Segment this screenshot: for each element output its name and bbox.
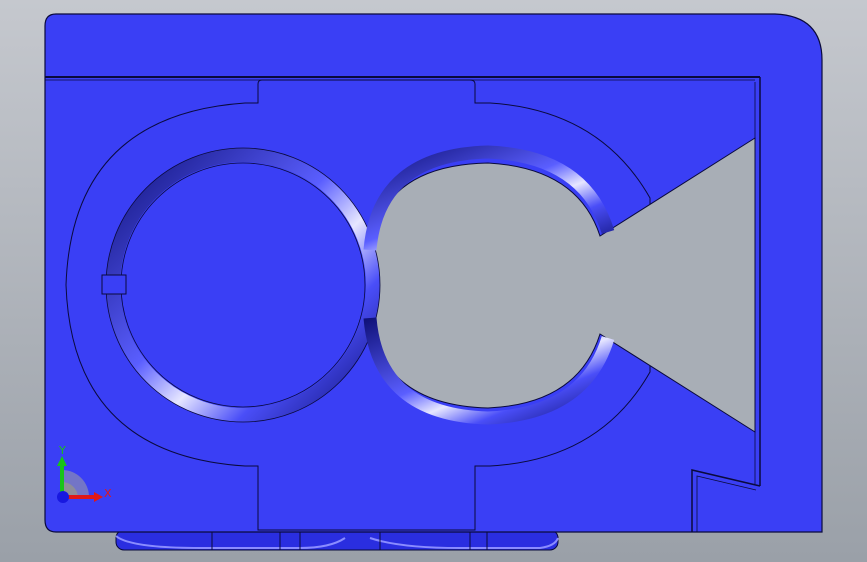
bottom-feet bbox=[115, 529, 559, 551]
key-slot bbox=[101, 274, 127, 295]
model-canvas[interactable]: Y X bbox=[0, 0, 867, 562]
left-ring-groove bbox=[105, 147, 381, 423]
cad-viewport[interactable]: Y X bbox=[0, 0, 867, 562]
z-axis-dot bbox=[57, 491, 69, 503]
x-axis-label: X bbox=[104, 487, 112, 500]
y-axis-label: Y bbox=[58, 444, 66, 457]
